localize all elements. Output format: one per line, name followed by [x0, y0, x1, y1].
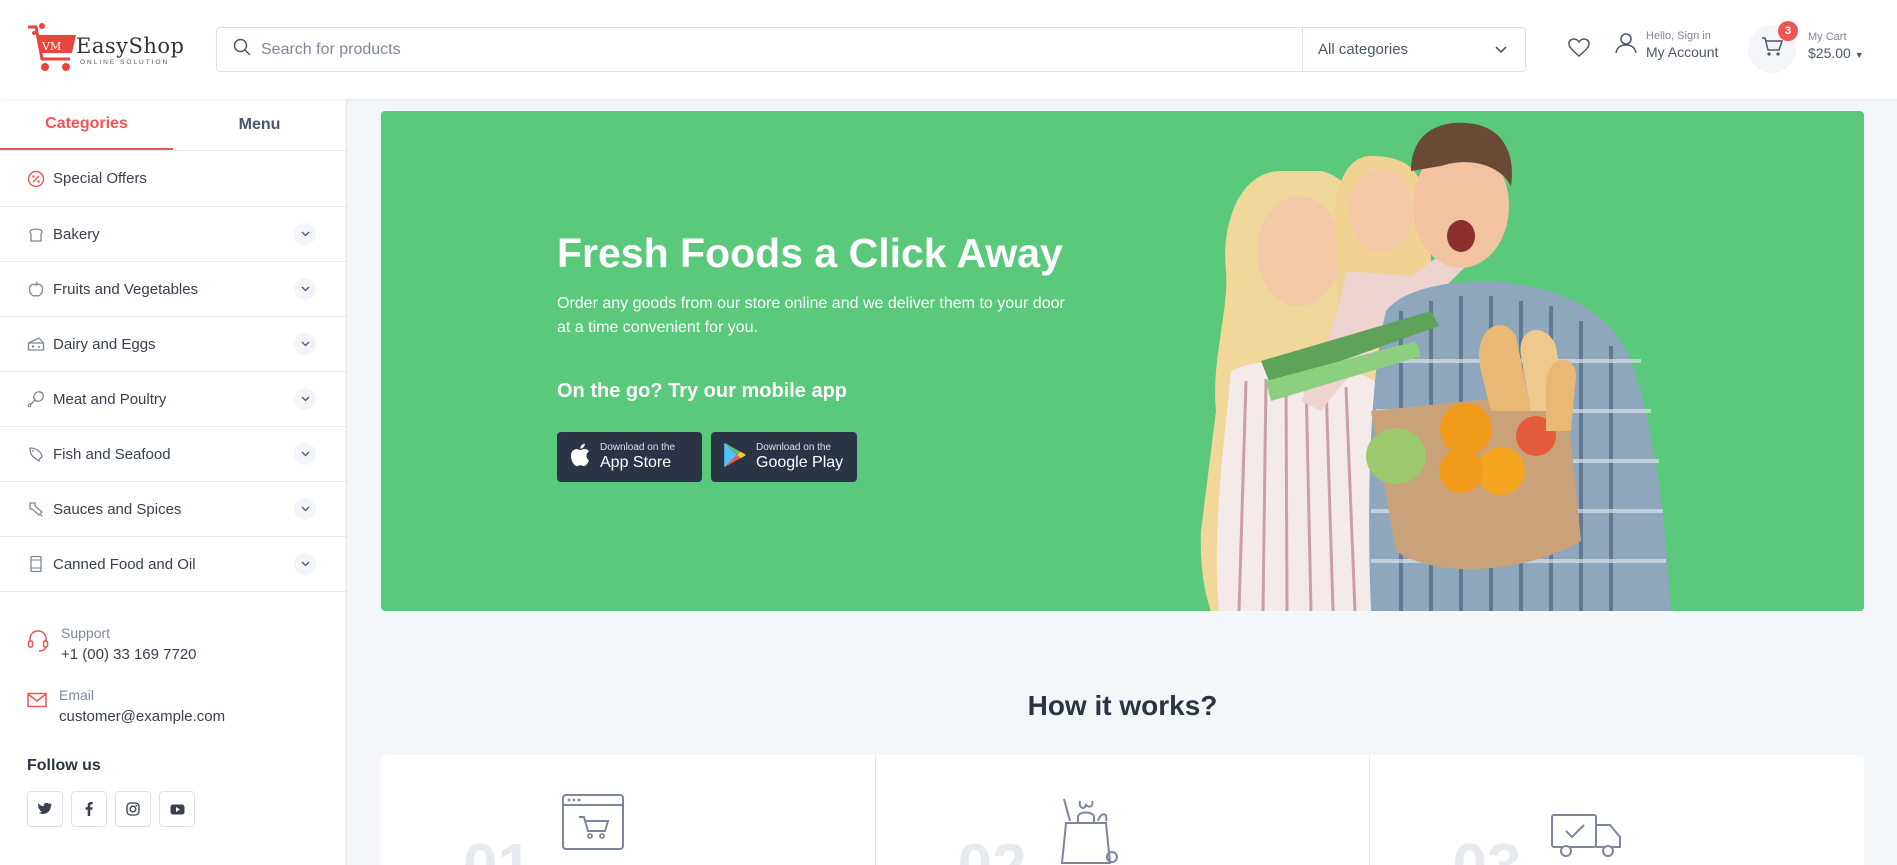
chevron-down-icon [1495, 41, 1507, 58]
social-links [27, 791, 195, 827]
email-label: Email [59, 687, 95, 703]
sidebar-item-fruits-vegetables[interactable]: Fruits and Vegetables [0, 262, 346, 317]
how-it-works-steps: 01 02 03 [381, 755, 1864, 865]
delivery-truck-icon [1550, 811, 1624, 865]
app-store-label: App Store [600, 454, 672, 471]
sidebar-item-fish-seafood[interactable]: Fish and Seafood [0, 427, 346, 482]
sidebar-item-label: Dairy and Eggs [53, 335, 156, 353]
sidebar-item-label: Special Offers [53, 170, 147, 187]
twitter-icon[interactable] [27, 791, 63, 827]
heart-icon[interactable] [1568, 38, 1590, 63]
tab-categories[interactable]: Categories [0, 99, 173, 150]
sidebar-item-meat-poultry[interactable]: Meat and Poultry [0, 372, 346, 427]
step-card: 02 [876, 755, 1371, 865]
step-number: 01 [463, 831, 532, 865]
family-photo [1171, 111, 1691, 611]
sidebar-item-label: Fruits and Vegetables [53, 280, 199, 298]
youtube-icon[interactable] [159, 791, 195, 827]
search-input[interactable] [261, 40, 1261, 59]
mail-icon [27, 692, 47, 725]
bread-icon [27, 225, 45, 243]
logo-name: EasyShop [76, 34, 185, 58]
step-number: 02 [958, 831, 1027, 865]
fish-icon [27, 445, 45, 463]
cart-icon [1761, 36, 1784, 62]
logo-mark: VM [41, 40, 61, 53]
step-card: 03 [1370, 755, 1864, 865]
cart-label: My Cart [1808, 31, 1847, 43]
percent-icon [27, 170, 45, 188]
sidebar-item-label: Canned Food and Oil [53, 555, 196, 573]
sidebar-item-bakery[interactable]: Bakery [0, 207, 346, 262]
user-icon [1615, 32, 1637, 59]
instagram-icon[interactable] [115, 791, 151, 827]
chevron-down-icon[interactable] [294, 333, 316, 355]
app-store-button[interactable]: Download on the App Store [557, 432, 702, 482]
chevron-down-icon[interactable] [294, 278, 316, 300]
online-store-icon [561, 793, 625, 858]
support-contact: Support +1 (00) 33 169 7720 [27, 625, 197, 663]
google-play-button[interactable]: Download on the Google Play [711, 432, 857, 482]
sidebar-item-label: Meat and Poultry [53, 390, 167, 408]
google-play-caption: Download on the [756, 442, 832, 453]
cart-count-badge: 3 [1778, 21, 1798, 41]
account-label: My Account [1646, 44, 1719, 60]
hero-title: Fresh Foods a Click Away [557, 230, 1063, 276]
sidebar-item-canned-food-oil[interactable]: Canned Food and Oil [0, 537, 346, 592]
follow-us-heading: Follow us [27, 757, 101, 774]
sidebar-item-sauces-spices[interactable]: Sauces and Spices [0, 482, 346, 537]
grocery-bag-icon [1056, 793, 1120, 865]
sidebar-item-special-offers[interactable]: Special Offers [0, 151, 346, 207]
step-card: 01 [381, 755, 876, 865]
sidebar-item-label: Sauces and Spices [53, 500, 182, 518]
category-list: Special Offers Bakery Fruits and Vegetab… [0, 151, 346, 592]
logo[interactable]: VM EasyShop ONLINE SOLUTION [26, 20, 184, 80]
category-select-value: All categories [1318, 41, 1409, 58]
spices-icon [27, 500, 45, 518]
chevron-down-icon[interactable] [294, 443, 316, 465]
sidebar-item-label: Bakery [53, 225, 100, 243]
chevron-down-icon[interactable] [294, 553, 316, 575]
account-greeting: Hello, Sign in [1646, 30, 1711, 42]
sidebar-item-dairy-eggs[interactable]: Dairy and Eggs [0, 317, 346, 372]
hero-subtitle: On the go? Try our mobile app [557, 380, 848, 402]
sidebar-tabs: Categories Menu [0, 99, 346, 151]
chevron-down-icon[interactable] [294, 388, 316, 410]
apple-icon [569, 442, 591, 473]
hero-description: Order any goods from our store online an… [557, 295, 1065, 336]
facebook-icon[interactable] [71, 791, 107, 827]
email-address[interactable]: customer@example.com [59, 708, 225, 725]
apple-icon [27, 280, 45, 298]
account-link[interactable]: Hello, Sign in My Account [1615, 30, 1718, 60]
logo-tagline: ONLINE SOLUTION [80, 59, 170, 66]
step-number: 03 [1452, 831, 1521, 865]
tab-menu[interactable]: Menu [173, 99, 346, 150]
email-contact: Email customer@example.com [27, 687, 225, 725]
support-label: Support [61, 625, 111, 641]
header: VM EasyShop ONLINE SOLUTION All categori… [0, 0, 1897, 99]
cart-summary[interactable]: My Cart $25.00 ▼ [1808, 31, 1864, 61]
sidebar: Categories Menu Special Offers Bakery Fr… [0, 99, 347, 865]
chevron-down-icon[interactable] [294, 498, 316, 520]
search-bar: All categories [216, 27, 1526, 72]
can-icon [27, 555, 45, 573]
sidebar-item-label: Fish and Seafood [53, 445, 171, 463]
logo-cart-icon: VM [26, 21, 76, 79]
cheese-icon [27, 335, 45, 353]
category-select[interactable]: All categories [1302, 28, 1525, 71]
google-play-label: Google Play [756, 454, 844, 471]
google-play-icon [723, 442, 747, 473]
how-it-works-title: How it works? [1027, 690, 1218, 721]
support-phone[interactable]: +1 (00) 33 169 7720 [61, 646, 197, 663]
headset-icon [27, 629, 49, 663]
cart-total: $25.00 ▼ [1808, 45, 1864, 61]
hero-banner: Fresh Foods a Click Away Order any goods… [381, 111, 1864, 611]
chevron-down-icon[interactable] [294, 223, 316, 245]
app-store-caption: Download on the [600, 442, 676, 453]
search-icon [233, 38, 251, 61]
drumstick-icon [27, 390, 45, 408]
